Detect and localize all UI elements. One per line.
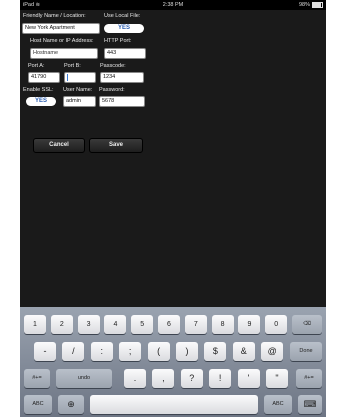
text-caret (67, 74, 68, 81)
key[interactable]: 5 (131, 315, 154, 334)
key[interactable]: 1 (24, 315, 46, 334)
key[interactable]: : (90, 342, 113, 361)
shift-symbols-key-right[interactable]: #+= (296, 369, 322, 388)
globe-icon: ⊕ (67, 399, 75, 409)
enable-ssl-label: Enable SSL: (23, 87, 54, 93)
key[interactable]: 7 (184, 315, 207, 334)
abc-key-right[interactable]: ABC (264, 395, 292, 414)
key[interactable]: 2 (50, 315, 73, 334)
key[interactable]: - (34, 342, 56, 361)
keyboard-dismiss-key[interactable]: ⌨ (298, 395, 322, 414)
key[interactable]: ' (237, 369, 260, 388)
port-b-field[interactable] (64, 72, 96, 83)
done-key[interactable]: Done (290, 342, 322, 361)
host-field[interactable]: Hostname (30, 48, 98, 59)
use-local-file-toggle[interactable]: YES (104, 24, 144, 33)
key[interactable]: 6 (158, 315, 180, 334)
battery-percent: 98% (298, 2, 310, 8)
enable-ssl-toggle[interactable]: YES (26, 97, 56, 106)
cancel-button[interactable]: Cancel (33, 138, 85, 153)
user-name-label: User Name: (63, 87, 93, 93)
key[interactable]: 4 (104, 315, 127, 334)
abc-key-left[interactable]: ABC (24, 395, 52, 414)
backspace-key[interactable]: ⌫ (292, 315, 322, 334)
undo-key[interactable]: undo (56, 369, 112, 388)
key[interactable]: ) (176, 342, 198, 361)
key[interactable]: ( (147, 342, 170, 361)
http-port-label: HTTP Port: (104, 38, 132, 44)
ipad-screen: iPad ≋ 2:38 PM 98% Friendly Name / Locat… (20, 0, 326, 417)
friendly-name-field[interactable]: New York Apartment (22, 23, 100, 34)
port-a-label: Port A: (28, 63, 45, 69)
status-time: 2:38 PM (162, 2, 184, 8)
key[interactable]: $ (204, 342, 227, 361)
password-field[interactable]: 5678 (99, 96, 145, 107)
key[interactable]: . (124, 369, 146, 388)
globe-key[interactable]: ⊕ (58, 395, 84, 414)
keyboard-dismiss-icon: ⌨ (303, 399, 317, 409)
key[interactable]: @ (261, 342, 284, 361)
save-button[interactable]: Save (89, 138, 143, 153)
host-value: Hostname (33, 50, 59, 56)
key[interactable]: 9 (238, 315, 261, 334)
user-name-field[interactable]: admin (63, 96, 96, 107)
key[interactable]: 0 (265, 315, 288, 334)
key[interactable]: ? (180, 369, 203, 388)
password-label: Password: (99, 87, 125, 93)
key[interactable]: & (232, 342, 255, 361)
http-port-field[interactable]: 443 (104, 48, 146, 59)
port-b-label: Port B: (64, 63, 81, 69)
friendly-name-label: Friendly Name / Location: (23, 13, 86, 19)
key[interactable]: 8 (211, 315, 234, 334)
key[interactable]: ; (119, 342, 142, 361)
host-label: Host Name or IP Address: (30, 38, 94, 44)
status-bar: iPad ≋ 2:38 PM 98% (20, 0, 326, 10)
key[interactable]: ! (209, 369, 232, 388)
key[interactable]: , (152, 369, 175, 388)
passcode-field[interactable]: 1234 (100, 72, 144, 83)
key[interactable]: " (266, 369, 288, 388)
use-local-file-label: Use Local File: (104, 13, 141, 19)
key[interactable]: 3 (77, 315, 100, 334)
shift-symbols-key-left[interactable]: #+= (24, 369, 50, 388)
battery-icon (312, 2, 323, 8)
passcode-label: Passcode: (100, 63, 126, 69)
battery-group: 98% (299, 0, 323, 10)
key[interactable]: / (62, 342, 85, 361)
space-key[interactable] (90, 395, 258, 414)
backspace-icon: ⌫ (303, 321, 311, 327)
port-a-field[interactable]: 41790 (28, 72, 60, 83)
keyboard: 1234567890 ⌫ - /:; () $ & @ Done #+= undo .,?… (20, 307, 326, 417)
